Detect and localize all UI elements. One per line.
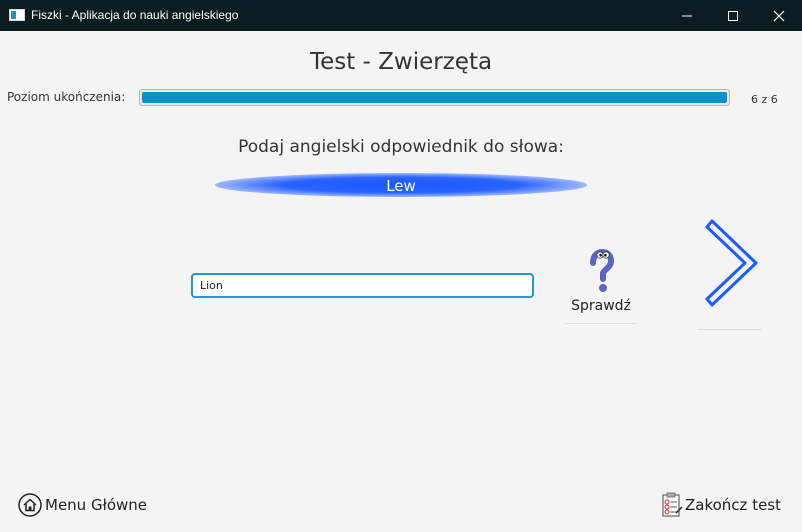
next-button-underline [698, 329, 762, 330]
check-button-label: Sprawdź [571, 298, 631, 314]
title-bar[interactable]: Fiszki - Aplikacja do nauki angielskiego [0, 0, 802, 31]
flashcard-app-icon [9, 9, 25, 21]
check-button[interactable]: Sprawdź [565, 245, 637, 325]
close-button[interactable] [756, 0, 802, 31]
finish-test-button[interactable]: Zakończ test [661, 492, 781, 518]
home-icon [18, 493, 42, 517]
progress-bar [139, 89, 730, 106]
progress-label: Poziom ukończenia: [7, 90, 126, 104]
test-panel: Test - Zwierzęta Poziom ukończenia: 6 z … [1, 31, 801, 531]
question-mark-icon [590, 249, 615, 292]
next-button[interactable] [698, 213, 762, 330]
minimize-button[interactable] [664, 0, 710, 31]
main-menu-label: Menu Główne [45, 496, 148, 514]
answer-input[interactable] [191, 273, 534, 298]
window-title: Fiszki - Aplikacja do nauki angielskiego [31, 8, 239, 22]
page-title: Test - Zwierzęta [309, 49, 493, 75]
progress-count: 6 z 6 [751, 93, 778, 106]
maximize-button[interactable] [710, 0, 756, 31]
main-menu-button[interactable]: Menu Główne [18, 492, 147, 518]
chevron-right-icon [705, 219, 758, 307]
maximize-icon [728, 10, 738, 21]
finish-test-label: Zakończ test [685, 496, 781, 514]
question-word: Lew [386, 177, 416, 195]
minimize-icon [682, 15, 692, 16]
close-icon [773, 10, 785, 21]
progress-bar-fill [142, 92, 727, 103]
check-button-underline [565, 323, 637, 324]
checklist-icon [662, 492, 683, 517]
question-prompt: Podaj angielski odpowiednik do słowa: [238, 137, 564, 157]
app-window: Fiszki - Aplikacja do nauki angielskiego… [0, 0, 802, 532]
